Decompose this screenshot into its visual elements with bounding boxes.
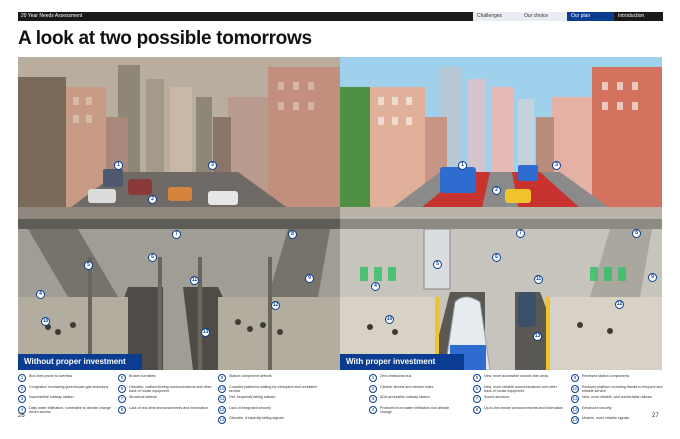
marker-10[interactable]: 10 [385,315,394,324]
marker-6[interactable]: 6 [148,253,157,262]
marker-5[interactable]: 5 [433,260,442,269]
legend-item: 11 New, more reliable, and comfortable ra… [571,395,653,403]
illustration-art-left [18,57,340,370]
marker-3[interactable]: 3 [208,161,217,170]
legend-column: 1 Zero-emissions bus 2 Cleaner streets and… [369,374,461,416]
marker-11[interactable]: 11 [534,275,543,284]
legend-item: 10 Reduced platform crowding thanks to fr… [571,384,663,393]
legend-item: 1 Bus lines prone to overflow [18,374,113,385]
legend-item: 12 Lack of integrated security [218,405,271,414]
legend-item: 10 Crowded platforms waiting for infreque… [218,384,318,393]
legend-item: 12 Enhanced security [571,405,612,414]
legend-item: 1 Zero-emissions bus [369,374,461,385]
legend-item: 2 Cleaner streets and cleaner skies [369,384,461,396]
legend-item: 13 Modern, more reliable signals [571,416,630,424]
legend-column: 9 Renewed station components 10 Reduced pl… [571,374,663,427]
marker-1[interactable]: 1 [458,161,467,170]
marker-7[interactable]: 7 [172,230,181,239]
legend-column: 5 New, more accessible smooth fare array … [473,374,565,416]
legend-item: 2 Congestion increasing greenhouse gas em… [18,384,113,396]
tab-introduction[interactable]: Introduction [614,12,663,21]
marker-13[interactable]: 13 [201,328,210,337]
legend-item: 4 Daily water infiltration, vulnerable to… [18,405,113,417]
legend-item: 5 New, more accessible smooth fare array [473,374,565,385]
document-title: 20 Year Needs Assessment [18,12,473,21]
tab-our-plan[interactable]: Our plan [567,12,614,21]
legend-item: 7 Structural defects [118,395,213,406]
marker-4[interactable]: 4 [36,290,45,299]
marker-2[interactable]: 2 [148,195,157,204]
legend-item: 9 Renewed station components [571,374,663,385]
marker-8[interactable]: 8 [632,229,641,238]
marker-10[interactable]: 10 [41,317,50,326]
marker-2[interactable]: 2 [492,186,501,195]
legend-item: 11 Old, frequently failing railcars [218,395,276,403]
page-title: A look at two possible tomorrows [18,28,312,49]
legend-item: 9 Station component defects [218,374,328,385]
legend-item: 13 Obsolete, frequently failing signals [218,416,284,424]
legend-item: 6 Obsolete, malfunctioning communications… [118,384,213,396]
marker-3[interactable]: 3 [552,161,561,170]
legend-item: 8 Lack of real-time announcements and inf… [118,405,213,417]
marker-9[interactable]: 9 [648,273,657,282]
page-number-left: 26 [18,413,25,419]
marker-4[interactable]: 4 [371,282,380,291]
legend-item: 3 ADA accessible subway station [369,395,461,406]
legend-item: 8 Up-to-the-minute announcements and info… [473,405,565,417]
marker-12[interactable]: 12 [271,301,280,310]
marker-6[interactable]: 6 [492,253,501,262]
legend-column: 1 Bus lines prone to overflow 2 Congestion… [18,374,113,416]
marker-12[interactable]: 12 [615,300,624,309]
legend-column: 5 Broken turnstiles 6 Obsolete, malfunctio… [118,374,213,416]
legend-item: 6 New, more reliable communications and o… [473,384,565,396]
tab-challenges[interactable]: Challenges [473,12,520,21]
illustration-without-investment: 1 2 3 4 5 6 7 8 9 10 11 12 13 Without pr… [18,57,340,370]
legend-item: 7 Sound structure [473,395,565,406]
marker-11[interactable]: 11 [190,276,199,285]
legend-item: 4 Protected from water infiltration and c… [369,405,461,417]
illustration-with-investment: 1 2 3 4 5 6 7 8 9 10 11 12 13 With prope… [340,57,662,370]
legend-column: 9 Station component defects 10 Crowded pla… [218,374,328,427]
top-nav: 20 Year Needs Assessment Challenges Our … [18,12,663,21]
marker-13[interactable]: 13 [533,332,542,341]
banner-with-investment: With proper investment [340,354,464,370]
legend-item: 3 Inaccessible subway station [18,395,113,406]
marker-8[interactable]: 8 [288,230,297,239]
banner-without-investment: Without proper investment [18,354,142,370]
marker-9[interactable]: 9 [305,274,314,283]
page-number-right: 27 [652,413,659,419]
marker-1[interactable]: 1 [114,161,123,170]
tab-our-choice[interactable]: Our choice [520,12,567,21]
legend-item: 5 Broken turnstiles [118,374,213,385]
marker-5[interactable]: 5 [84,261,93,270]
marker-7[interactable]: 7 [516,229,525,238]
